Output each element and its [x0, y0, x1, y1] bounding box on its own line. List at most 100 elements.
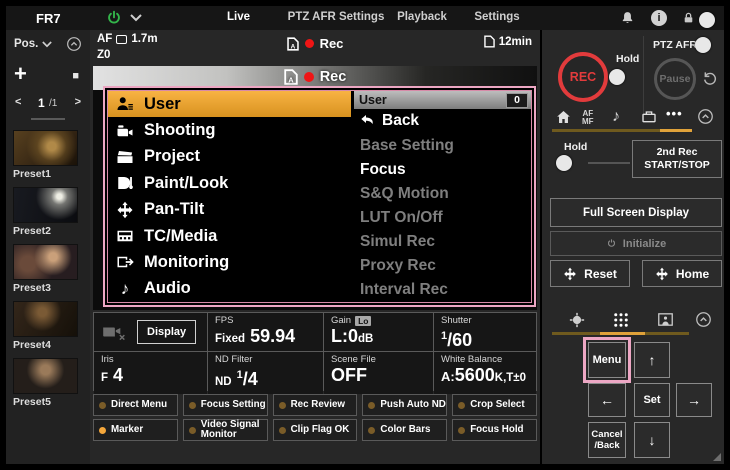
tab-ptz-afr-settings[interactable]: PTZ AFR Settings: [281, 11, 391, 23]
panel-collapse-icon[interactable]: [697, 108, 714, 125]
shutter-value: /60: [447, 330, 472, 350]
info-icon[interactable]: i: [651, 10, 667, 26]
arrow-up-button[interactable]: ↑: [634, 342, 670, 378]
tab-playback[interactable]: Playback: [391, 11, 453, 23]
resize-handle[interactable]: [713, 453, 721, 461]
osd-item-label: Paint/Look: [144, 174, 228, 193]
active-indicator: [279, 427, 286, 434]
preset-item-2[interactable]: Preset2: [13, 187, 79, 237]
tab-frame-person-icon[interactable]: [656, 311, 675, 328]
stop-button[interactable]: ■: [72, 70, 79, 82]
monitor-area: AF 1.7m Z0 A Rec 12min A Rec: [90, 30, 540, 464]
set-button[interactable]: Set: [634, 383, 670, 417]
tab-settings[interactable]: Settings: [468, 11, 526, 23]
preset-thumbnail[interactable]: [13, 130, 78, 166]
assignable-focus-hold[interactable]: Focus Hold: [452, 419, 537, 441]
assignable-focus-setting[interactable]: Focus Setting: [183, 394, 268, 416]
nd-filter-setting[interactable]: ND Filter ND 1/4: [208, 352, 323, 394]
osd-item-label: User: [144, 95, 181, 114]
tab-live[interactable]: Live: [211, 11, 266, 23]
white-balance-setting[interactable]: White Balance A:5600K,T±0: [434, 352, 536, 394]
osd-submenu-title: User: [359, 93, 387, 107]
white-balance-label: White Balance: [441, 354, 502, 365]
initialize-button[interactable]: Initialize: [550, 231, 722, 256]
assignable-rec-review[interactable]: Rec Review: [273, 394, 358, 416]
iris-prefix: F: [101, 372, 108, 384]
initialize-icon: [606, 238, 617, 249]
arrow-down-button[interactable]: ↓: [634, 422, 670, 458]
arrow-right-button[interactable]: →: [676, 383, 712, 417]
cancel-line1: Cancel: [591, 429, 622, 440]
assignable-label: Direct Menu: [111, 400, 167, 410]
arrow-left-button[interactable]: ←: [588, 383, 626, 417]
monitor-out-icon: [115, 253, 135, 271]
osd-submenu: User 0 Back Base Setting Focus S&Q Motio…: [354, 91, 531, 302]
assignable-clip-flag-ok[interactable]: Clip Flag OK: [273, 419, 358, 441]
prev-page-icon[interactable]: <: [15, 96, 21, 108]
shutter-setting[interactable]: Shutter 1/60: [434, 313, 536, 351]
home-label: Home: [676, 267, 709, 281]
notifications-bell-icon[interactable]: [620, 10, 635, 26]
pan-panel-collapse-icon[interactable]: [695, 311, 712, 328]
next-page-icon[interactable]: >: [75, 96, 81, 108]
music-note-icon: ♪: [115, 279, 135, 299]
active-indicator: [458, 402, 465, 409]
preset-thumbnail[interactable]: [13, 187, 78, 223]
mf-label: MF: [582, 118, 594, 126]
osd-subitem-base-setting: Base Setting: [354, 134, 531, 158]
assignable-video-signal-monitor[interactable]: Video Signal Monitor: [183, 419, 268, 441]
sidebar-collapse-icon[interactable]: [66, 36, 82, 52]
reset-button[interactable]: Reset: [550, 260, 630, 287]
fps-mode: Fixed: [215, 333, 245, 345]
preset-thumbnail[interactable]: [13, 244, 78, 280]
wb-suffix: K,T±0: [495, 372, 526, 384]
add-preset-button[interactable]: +: [14, 64, 27, 84]
full-screen-display-button[interactable]: Full Screen Display: [550, 198, 722, 227]
cancel-back-button[interactable]: Cancel /Back: [588, 422, 626, 458]
assignable-push-auto-nd[interactable]: Push Auto ND: [362, 394, 447, 416]
tab-audio-icon[interactable]: ♪: [612, 108, 620, 126]
preset-thumbnail[interactable]: [13, 358, 78, 394]
rec-status: A Rec: [90, 36, 540, 51]
iris-setting[interactable]: Iris F 4: [94, 352, 207, 394]
rec-button[interactable]: REC: [558, 52, 608, 102]
assignable-direct-menu[interactable]: Direct Menu: [93, 394, 178, 416]
preset-thumbnail[interactable]: [13, 301, 78, 337]
preset-item-4[interactable]: Preset4: [13, 301, 79, 351]
power-icon[interactable]: [106, 10, 122, 26]
home-button[interactable]: Home: [642, 260, 722, 287]
display-button[interactable]: Display: [137, 320, 196, 344]
preset-item-5[interactable]: Preset5: [13, 358, 79, 408]
preset-item-1[interactable]: Preset1: [13, 130, 79, 180]
preset-item-3[interactable]: Preset3: [13, 244, 79, 294]
menu-button[interactable]: Menu: [588, 342, 626, 378]
camera-video-feed: A Rec User Shooting Pr: [93, 66, 537, 310]
camera-off-icon[interactable]: [101, 323, 127, 341]
active-tab-indicator: [600, 332, 645, 335]
tab-more-icon[interactable]: •••: [666, 106, 683, 121]
power-menu-chevron-icon[interactable]: [130, 14, 142, 22]
tab-home-icon[interactable]: [555, 109, 572, 125]
top-bar: FR7 Live PTZ AFR Settings Playback Setti…: [6, 6, 724, 30]
gain-setting[interactable]: GainLo L:0dB: [324, 313, 433, 351]
second-rec-button[interactable]: 2nd Rec START/STOP: [632, 140, 722, 178]
refresh-icon[interactable]: [702, 71, 718, 87]
assignable-color-bars[interactable]: Color Bars: [362, 419, 447, 441]
tab-joystick-icon[interactable]: [568, 311, 586, 329]
tab-dpad-icon[interactable]: [612, 311, 630, 329]
scene-file-setting[interactable]: Scene File OFF: [324, 352, 433, 394]
rec-label: Rec: [320, 36, 344, 51]
active-indicator: [189, 427, 196, 434]
pause-button[interactable]: Pause: [654, 58, 696, 100]
tab-media-icon[interactable]: [640, 109, 658, 125]
assignable-label: Rec Review: [291, 400, 345, 410]
assignable-marker[interactable]: Marker: [93, 419, 178, 441]
preset-pager: < 1 /1 >: [6, 96, 90, 112]
fps-setting[interactable]: FPS Fixed 59.94: [208, 313, 323, 351]
tab-af-mf[interactable]: AFMF: [582, 110, 594, 126]
pager-indicator: [31, 118, 65, 120]
assignable-crop-select[interactable]: Crop Select: [452, 394, 537, 416]
position-dropdown[interactable]: Pos.: [14, 38, 52, 50]
osd-submenu-badge: 0: [506, 93, 528, 108]
osd-subitem-label: Back: [382, 112, 419, 130]
